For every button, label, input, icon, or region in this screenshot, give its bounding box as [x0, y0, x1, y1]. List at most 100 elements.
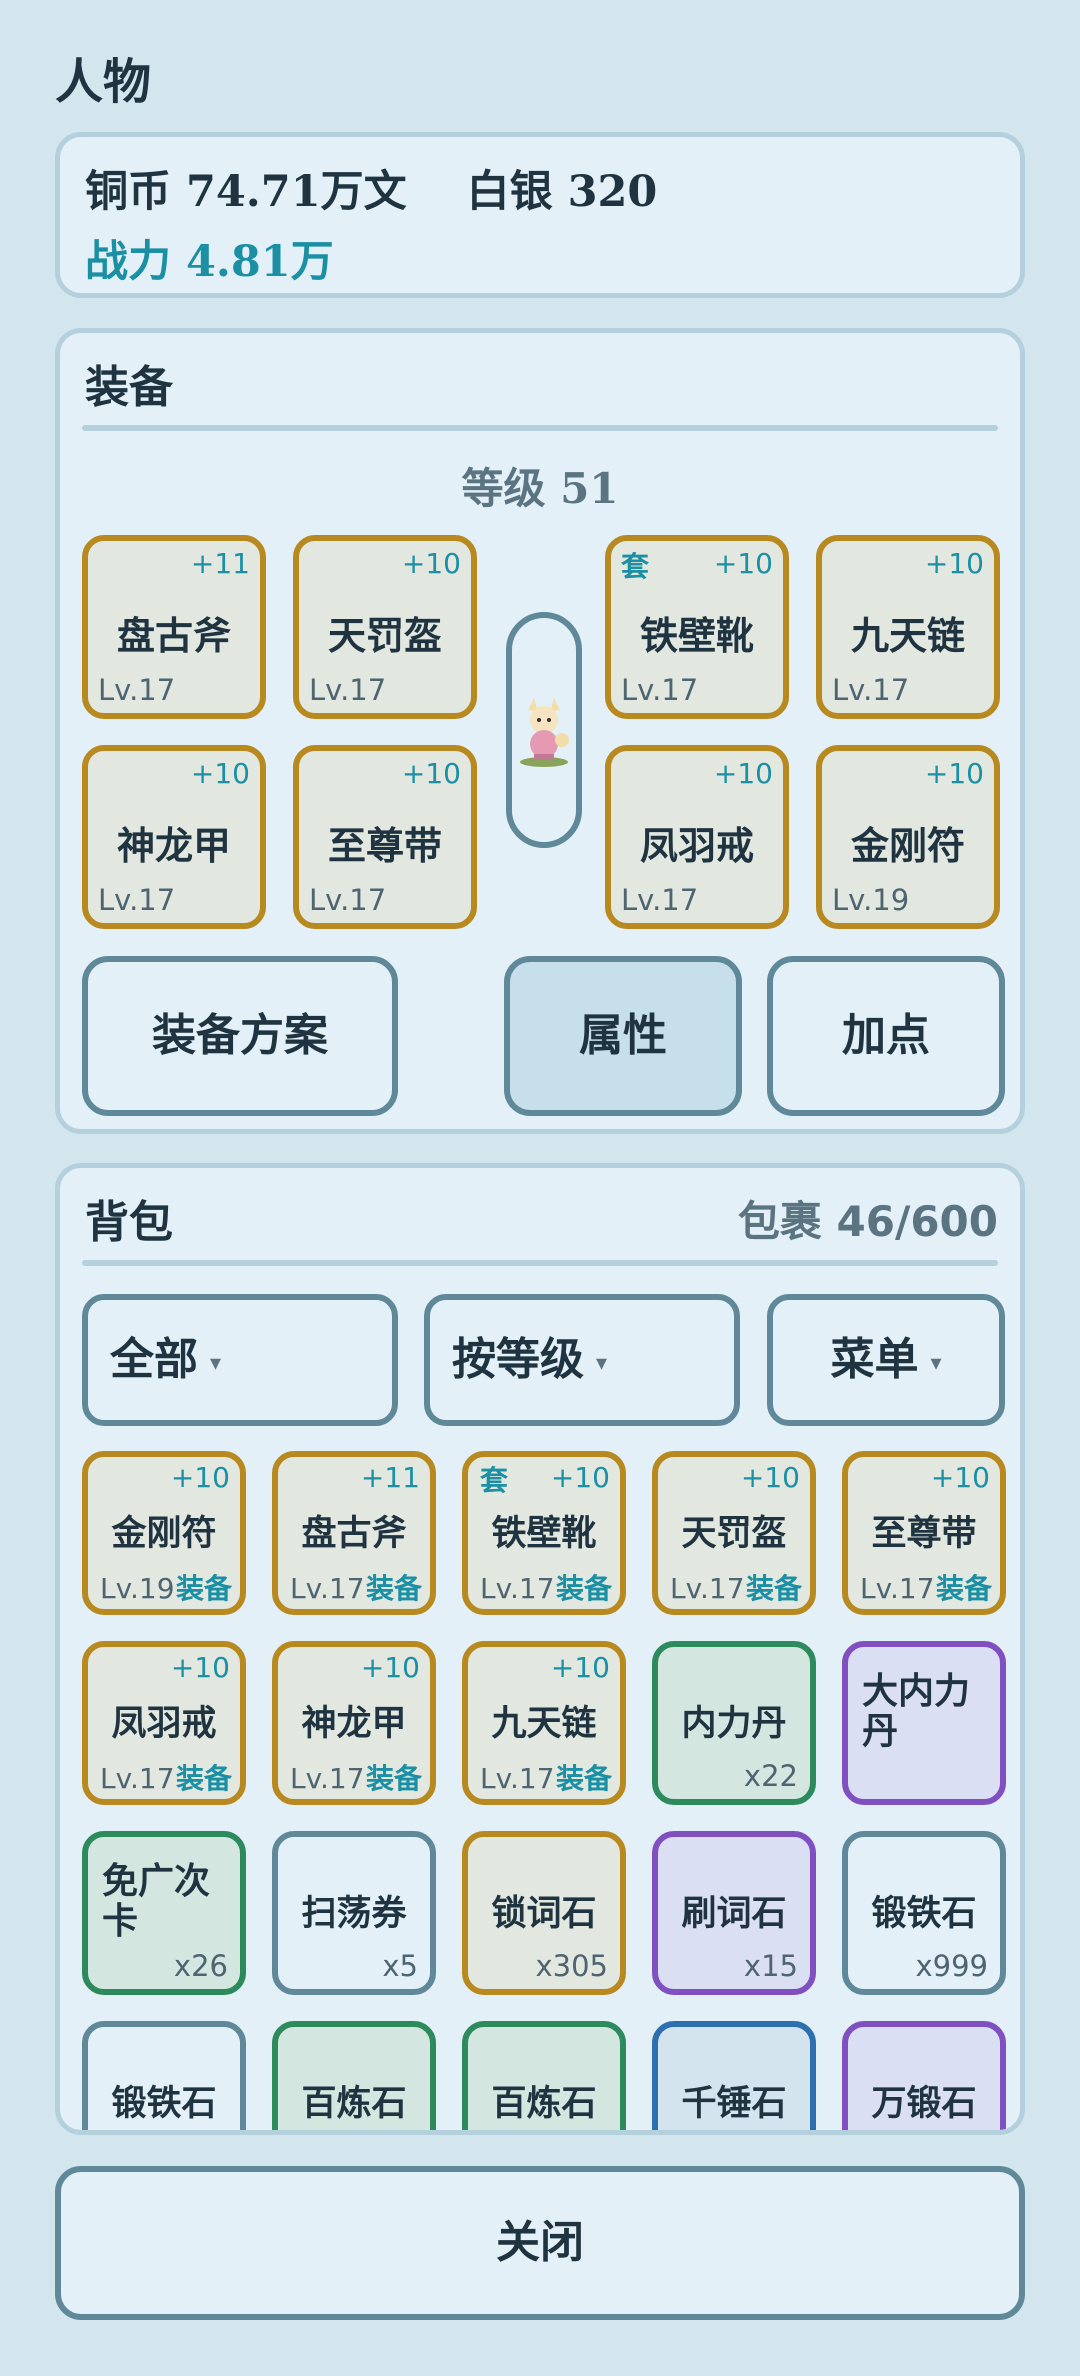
equipment-slot[interactable]: 套 +10 铁壁靴 Lv.17	[605, 535, 789, 719]
item-name: 凤羽戒	[639, 823, 754, 868]
bag-item[interactable]: +10 至尊带 Lv.17 装备	[842, 1451, 1006, 1615]
bag-item[interactable]: +10 神龙甲 Lv.17 装备	[272, 1641, 436, 1805]
bag-item[interactable]: 锻铁石 x999	[842, 1831, 1006, 1995]
item-level: Lv.17	[621, 673, 699, 707]
enhance-level: +10	[550, 1651, 610, 1684]
sort-dropdown[interactable]: 按等级 ▾	[424, 1294, 740, 1426]
character-avatar[interactable]	[506, 612, 582, 848]
item-name: 铁壁靴	[491, 1513, 597, 1554]
bag-item[interactable]: 百炼石	[462, 2021, 626, 2130]
menu-dropdown[interactable]: 菜单 ▾	[767, 1294, 1005, 1426]
equip-plan-button[interactable]: 装备方案	[82, 956, 398, 1116]
item-name: 刷词石	[681, 1893, 787, 1934]
item-count: x15	[743, 1949, 798, 1983]
divider	[82, 1260, 998, 1266]
bag-item[interactable]: 刷词石 x15	[652, 1831, 816, 1995]
item-level: Lv.19	[832, 883, 910, 917]
item-name: 免广次卡	[102, 1860, 211, 1942]
bag-item[interactable]: +10 凤羽戒 Lv.17 装备	[82, 1641, 246, 1805]
item-name: 锻铁石	[111, 2083, 217, 2124]
character-sprite-icon	[520, 698, 569, 767]
enhance-level: +10	[550, 1461, 610, 1494]
item-name: 万锻石	[871, 2083, 977, 2124]
equipped-badge: 装备	[175, 1762, 232, 1795]
item-name: 金刚符	[111, 1513, 217, 1554]
bag-item[interactable]: +11 盘古斧 Lv.17 装备	[272, 1451, 436, 1615]
bag-item[interactable]: 大内力丹	[842, 1641, 1006, 1805]
equipped-badge: 装备	[365, 1572, 422, 1605]
item-level: Lv.17	[98, 673, 176, 707]
enhance-level: +10	[401, 757, 461, 790]
bag-item[interactable]: 锻铁石	[82, 2021, 246, 2130]
bag-item[interactable]: 套 +10 铁壁靴 Lv.17 装备	[462, 1451, 626, 1615]
close-button[interactable]: 关闭	[55, 2166, 1025, 2320]
item-name: 百炼石	[301, 2083, 407, 2124]
equipment-slot[interactable]: +10 凤羽戒 Lv.17	[605, 745, 789, 929]
set-badge: 套	[621, 550, 650, 583]
dropdown-arrow-icon: ▾	[930, 1349, 942, 1376]
item-level: Lv.19	[100, 1572, 175, 1605]
item-name: 神龙甲	[301, 1703, 407, 1744]
equipment-slot[interactable]: +10 九天链 Lv.17	[816, 535, 1000, 719]
item-count: x22	[743, 1759, 798, 1793]
bag-item[interactable]: 内力丹 x22	[652, 1641, 816, 1805]
bag-item[interactable]: +10 九天链 Lv.17 装备	[462, 1641, 626, 1805]
enhance-level: +10	[401, 547, 461, 580]
attributes-button[interactable]: 属性	[504, 956, 742, 1116]
equipped-badge: 装备	[745, 1572, 802, 1605]
item-name: 内力丹	[681, 1703, 787, 1744]
item-level: Lv.17	[290, 1572, 365, 1605]
bag-item[interactable]: 免广次卡 x26	[82, 1831, 246, 1995]
item-level: Lv.17	[670, 1572, 745, 1605]
item-level: Lv.17	[480, 1572, 555, 1605]
equipment-slot[interactable]: +10 天罚盔 Lv.17	[293, 535, 477, 719]
divider	[82, 425, 998, 431]
item-name: 神龙甲	[116, 823, 231, 868]
equipped-badge: 装备	[365, 1762, 422, 1795]
bag-item[interactable]: +10 天罚盔 Lv.17 装备	[652, 1451, 816, 1615]
item-count: x5	[382, 1949, 418, 1983]
item-level: Lv.17	[621, 883, 699, 917]
bag-item[interactable]: 扫荡券 x5	[272, 1831, 436, 1995]
bag-item[interactable]: +10 金刚符 Lv.19 装备	[82, 1451, 246, 1615]
bag-item[interactable]: 千锤石	[652, 2021, 816, 2130]
combat-power: 战力 4.81万	[85, 237, 334, 287]
category-dropdown[interactable]: 全部 ▾	[82, 1294, 398, 1426]
enhance-level: +10	[170, 1651, 230, 1684]
dropdown-arrow-icon: ▾	[596, 1349, 608, 1376]
equipment-panel: 装备 等级 51 +11 盘古斧 Lv.17 +10 天罚盔 Lv.17 套 +10 铁壁靴 Lv…	[55, 328, 1025, 1134]
character-level: 等级 51	[461, 464, 619, 513]
bag-item[interactable]: 万锻石	[842, 2021, 1006, 2130]
equipped-badge: 装备	[935, 1572, 992, 1605]
item-level: Lv.17	[832, 673, 910, 707]
item-count: x26	[173, 1949, 228, 1983]
item-name: 凤羽戒	[111, 1703, 217, 1744]
page-title: 人物	[55, 54, 152, 110]
bag-item[interactable]: 百炼石	[272, 2021, 436, 2130]
equipment-slot[interactable]: +10 神龙甲 Lv.17	[82, 745, 266, 929]
item-level: Lv.17	[98, 883, 176, 917]
item-name: 扫荡券	[301, 1893, 407, 1934]
add-points-button[interactable]: 加点	[767, 956, 1005, 1116]
item-count: x999	[915, 1949, 988, 1983]
item-level: Lv.17	[290, 1762, 365, 1795]
copper-count: 铜币 74.71万文	[85, 167, 407, 217]
enhance-level: +10	[713, 547, 773, 580]
enhance-level: +10	[924, 757, 984, 790]
equipment-slot[interactable]: +10 至尊带 Lv.17	[293, 745, 477, 929]
enhance-level: +11	[190, 547, 250, 580]
item-name: 九天链	[850, 613, 965, 658]
equipment-slot[interactable]: +11 盘古斧 Lv.17	[82, 535, 266, 719]
item-level: Lv.17	[309, 673, 387, 707]
bag-item[interactable]: 锁词石 x305	[462, 1831, 626, 1995]
item-name: 至尊带	[327, 823, 442, 868]
equipment-title: 装备	[85, 362, 173, 413]
equipped-badge: 装备	[555, 1572, 612, 1605]
item-name: 百炼石	[491, 2083, 597, 2124]
item-name: 铁壁靴	[639, 613, 754, 658]
item-name: 天罚盔	[327, 613, 442, 658]
item-level: Lv.17	[309, 883, 387, 917]
equipped-badge: 装备	[555, 1762, 612, 1795]
equipment-slot[interactable]: +10 金刚符 Lv.19	[816, 745, 1000, 929]
enhance-level: +10	[924, 547, 984, 580]
